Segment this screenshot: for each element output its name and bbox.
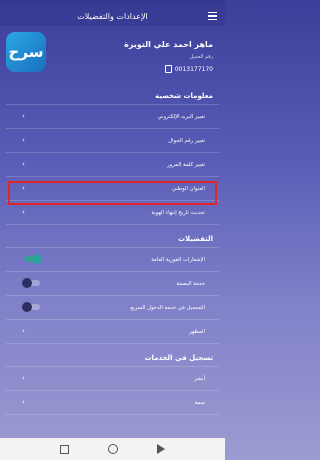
personal-list: ‹ تغيير البريد الإلكتروني ‹ تغيير رقم ال… xyxy=(0,104,225,225)
customer-number-label: رقم العميل xyxy=(189,54,213,60)
app-logo: سرح xyxy=(6,32,46,72)
preferences-section-title: التفضيلات xyxy=(177,235,213,243)
row-label: سمة xyxy=(194,399,205,406)
pref-item-quick-login: التسجيل في خدمة الدخول السريع xyxy=(6,296,219,320)
personal-item-email[interactable]: ‹ تغيير البريد الإلكتروني xyxy=(6,104,219,129)
page-title: الإعدادات والتفضيلات xyxy=(77,11,148,21)
chevron-left-icon: ‹ xyxy=(22,184,25,192)
customer-number-row: 0013177170 xyxy=(164,65,213,73)
chevron-left-icon: ‹ xyxy=(22,208,25,216)
personal-item-password[interactable]: ‹ تغيير كلمة المرور xyxy=(6,153,219,177)
service-item-absher[interactable]: ‹ أبشر xyxy=(6,366,219,391)
system-nav-bar xyxy=(0,438,225,460)
notifications-toggle[interactable] xyxy=(24,254,42,264)
row-label: الإشعارات الفورية العامة xyxy=(151,256,205,263)
preferences-list: الإشعارات الفورية العامة خدمة البصمة الت… xyxy=(0,247,225,344)
chevron-left-icon: ‹ xyxy=(22,112,25,120)
chevron-left-icon: ‹ xyxy=(22,374,25,382)
services-list: ‹ أبشر ‹ سمة xyxy=(0,366,225,415)
customer-number: 0013177170 xyxy=(174,65,213,73)
row-label: المظهر xyxy=(189,328,205,335)
chevron-left-icon: ‹ xyxy=(22,398,25,406)
profile-name: ماهر احمد علي التويرة xyxy=(124,40,213,49)
row-label: العنوان الوطني xyxy=(171,185,205,192)
pref-item-notifications: الإشعارات الفورية العامة xyxy=(6,247,219,272)
chevron-left-icon: ‹ xyxy=(22,136,25,144)
personal-item-national-address[interactable]: ‹ العنوان الوطني xyxy=(6,177,219,201)
services-section-title: تسجيل في الخدمات xyxy=(144,354,213,362)
row-label: تحديث تاريخ إنتهاء الهوية xyxy=(151,209,205,216)
home-icon[interactable] xyxy=(107,444,118,454)
row-label: أبشر xyxy=(194,375,205,382)
row-label: تغيير البريد الإلكتروني xyxy=(157,113,205,120)
personal-item-phone[interactable]: ‹ تغيير رقم الجوال xyxy=(6,129,219,153)
menu-icon[interactable] xyxy=(208,12,217,22)
fingerprint-toggle[interactable] xyxy=(22,278,40,288)
personal-item-id-expiry[interactable]: ‹ تحديث تاريخ إنتهاء الهوية xyxy=(6,201,219,225)
quick-login-toggle[interactable] xyxy=(22,302,40,312)
service-item-simah[interactable]: ‹ سمة xyxy=(6,391,219,415)
recents-icon[interactable] xyxy=(59,444,69,454)
row-label: تغيير رقم الجوال xyxy=(168,137,205,144)
row-label: خدمة البصمة xyxy=(176,280,205,287)
pref-item-fingerprint: خدمة البصمة xyxy=(6,272,219,296)
chevron-left-icon: ‹ xyxy=(22,327,25,335)
copy-icon[interactable] xyxy=(164,65,172,73)
top-bar: الإعدادات والتفضيلات xyxy=(0,6,225,26)
personal-section-title: معلومات شخصية xyxy=(155,92,213,100)
row-label: تغيير كلمة المرور xyxy=(167,161,205,168)
row-label: التسجيل في خدمة الدخول السريع xyxy=(130,304,205,311)
pref-item-appearance[interactable]: ‹ المظهر xyxy=(6,320,219,344)
chevron-left-icon: ‹ xyxy=(22,160,25,168)
back-icon[interactable] xyxy=(157,444,166,454)
profile-card: سرح ماهر احمد علي التويرة رقم العميل 001… xyxy=(0,26,225,88)
app-logo-text: سرح xyxy=(8,43,44,61)
